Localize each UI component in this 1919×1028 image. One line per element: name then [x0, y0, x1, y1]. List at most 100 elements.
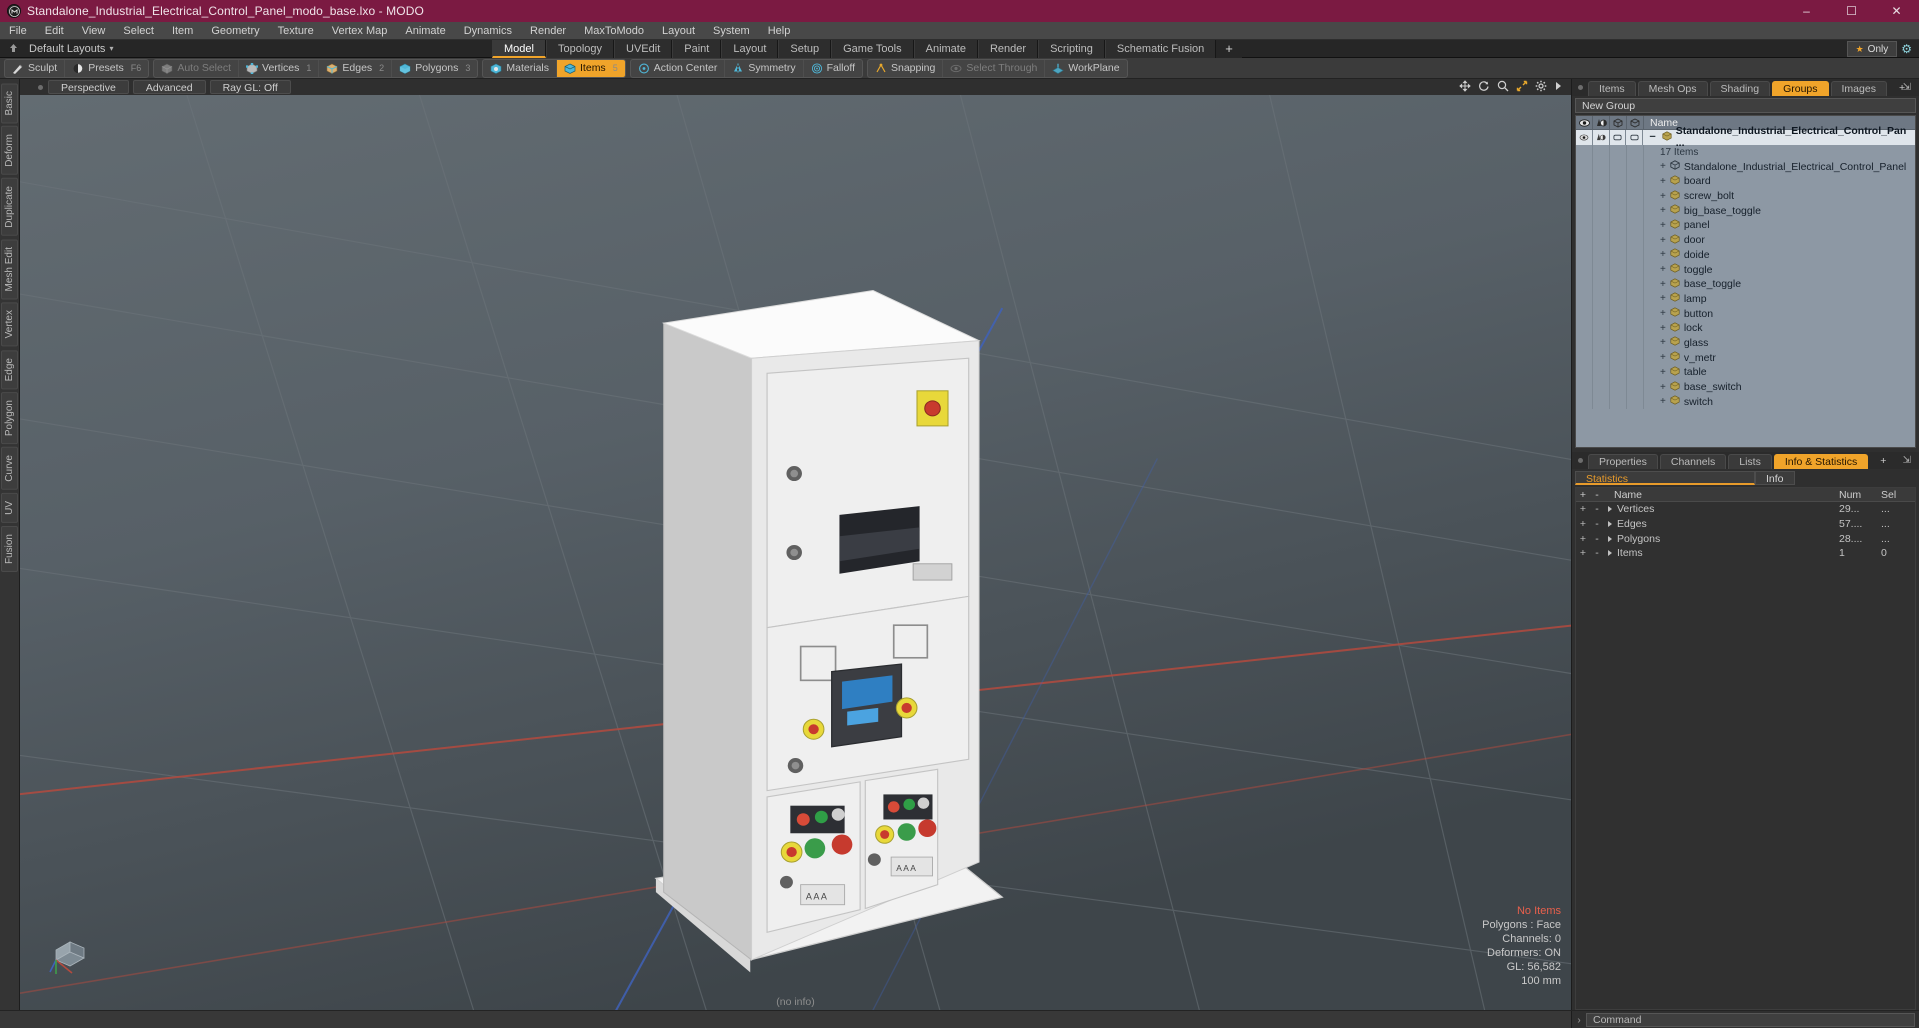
item-tree-toggle-cell[interactable] — [1610, 218, 1627, 233]
item-tree-toggle-cell[interactable] — [1627, 276, 1644, 292]
expand-icon[interactable]: + — [1660, 191, 1666, 202]
item-tree-toggle-cell[interactable] — [1627, 159, 1644, 175]
properties-tab-properties[interactable]: Properties — [1588, 454, 1658, 469]
menu-item-file[interactable]: File — [0, 22, 36, 40]
item-tree-toggle-cell[interactable] — [1593, 291, 1610, 307]
item-tree-count-row[interactable]: 17 Items — [1576, 144, 1915, 160]
chevron-down-icon[interactable]: ▾ — [109, 44, 113, 53]
item-tree-toggle-cell[interactable] — [1576, 379, 1593, 395]
item-tree-toggle-cell[interactable] — [1593, 144, 1610, 160]
properties-tab-channels[interactable]: Channels — [1659, 454, 1727, 469]
item-tree-toggle-cell[interactable] — [1576, 188, 1593, 204]
item-tree-toggle-cell[interactable] — [1576, 159, 1593, 175]
layout-tab-setup[interactable]: Setup — [778, 40, 832, 58]
expand-icon[interactable]: + — [1660, 367, 1666, 378]
toolbar-button-presets[interactable]: Presets F6 — [65, 60, 148, 77]
item-tree-toggle-cell[interactable] — [1576, 276, 1593, 292]
item-tree-row[interactable]: + doide — [1576, 247, 1915, 263]
item-tree-toggle-cell[interactable] — [1627, 306, 1644, 321]
tool-tab-deform[interactable]: Deform — [1, 126, 18, 176]
item-tree-toggle-cell[interactable] — [1576, 394, 1593, 410]
menu-item-help[interactable]: Help — [759, 22, 800, 40]
tool-tab-edge[interactable]: Edge — [1, 349, 18, 390]
layout-tab-animate[interactable]: Animate — [913, 40, 978, 58]
layout-preset-label[interactable]: Default Layouts — [29, 43, 105, 55]
expand-icon[interactable]: + — [1660, 352, 1666, 363]
item-tree-row[interactable]: + button — [1576, 306, 1915, 321]
item-tree-toggle-cell[interactable] — [1576, 320, 1593, 336]
item-tree-toggle-cell[interactable] — [1610, 144, 1627, 160]
expand-icon[interactable]: + — [1660, 337, 1666, 348]
item-tree-toggle-cell[interactable] — [1627, 188, 1644, 204]
rotate-icon[interactable] — [1478, 80, 1490, 95]
item-tree-toggle-cell[interactable] — [1593, 203, 1610, 219]
tool-tab-polygon[interactable]: Polygon — [1, 392, 18, 445]
eye-icon[interactable] — [1576, 116, 1593, 130]
shaded-icon[interactable] — [1627, 116, 1644, 130]
expand-icon[interactable]: + — [1660, 161, 1666, 172]
tool-tab-mesh-edit[interactable]: Mesh Edit — [1, 238, 18, 300]
item-tree-row[interactable]: + switch — [1576, 394, 1915, 410]
toolbar-button-edges[interactable]: Edges 2 — [319, 59, 393, 77]
expand-icon[interactable]: + — [1660, 264, 1666, 275]
item-tree-row[interactable]: + toggle — [1576, 262, 1915, 277]
tool-tab-uv[interactable]: UV — [1, 492, 18, 523]
menu-item-geometry[interactable]: Geometry — [202, 22, 268, 40]
item-tree-row[interactable]: + glass — [1576, 335, 1915, 351]
statistics-row[interactable]: + - Polygons 28....... — [1576, 531, 1915, 546]
toolbar-button-action-center[interactable]: Action Center — [631, 59, 726, 77]
expand-arrow-icon[interactable] — [1608, 535, 1612, 542]
viewport-raygl-chip[interactable]: Ray GL: Off — [209, 80, 291, 94]
item-tree-toggle-cell[interactable] — [1576, 174, 1593, 189]
item-tree-toggle-cell[interactable] — [1610, 276, 1627, 292]
item-tree-toggle-cell[interactable] — [1593, 365, 1610, 380]
expand-icon[interactable]: + — [1660, 235, 1666, 246]
item-tree-toggle-cell[interactable] — [1627, 291, 1644, 307]
arrow-icon[interactable] — [1554, 80, 1563, 95]
zoom-icon[interactable] — [1497, 80, 1509, 95]
menu-item-vertex-map[interactable]: Vertex Map — [323, 22, 397, 40]
item-tree-toggle-cell[interactable] — [1576, 365, 1593, 380]
maximize-button[interactable]: ☐ — [1829, 0, 1874, 22]
add-layout-tab-button[interactable]: + — [1216, 40, 1242, 58]
item-tree-toggle-cell[interactable] — [1610, 174, 1627, 189]
item-tree-row[interactable]: − Standalone_Industrial_Electrical_Contro… — [1576, 125, 1915, 149]
tool-tab-fusion[interactable]: Fusion — [1, 525, 18, 572]
panel-tab-items[interactable]: Items — [1588, 81, 1636, 96]
toolbar-button-auto-select[interactable]: Auto Select — [154, 59, 240, 77]
panel-menu-dot[interactable] — [1578, 85, 1583, 90]
item-tree-toggle-cell[interactable] — [1610, 394, 1627, 410]
item-tree-row[interactable]: + Standalone_Industrial_Electrical_Contro… — [1576, 159, 1915, 175]
add-properties-tab-button[interactable]: + — [1870, 454, 1896, 469]
new-group-button[interactable]: New Group — [1575, 98, 1916, 113]
stat-add-button[interactable]: + — [1576, 518, 1590, 530]
properties-tab-info-statistics[interactable]: Info & Statistics — [1773, 454, 1869, 469]
item-tree-toggle-cell[interactable] — [1627, 394, 1644, 410]
item-tree-toggle-cell[interactable] — [1593, 276, 1610, 292]
gear-icon[interactable]: ⚙ — [1901, 42, 1912, 56]
menu-item-layout[interactable]: Layout — [653, 22, 704, 40]
item-tree-toggle-cell[interactable] — [1610, 291, 1627, 307]
properties-tab-lists[interactable]: Lists — [1728, 454, 1772, 469]
layout-tab-uvedit[interactable]: UVEdit — [614, 40, 673, 58]
toolbar-button-sculpt[interactable]: Sculpt — [5, 59, 66, 77]
panel-expand-icon[interactable]: ⇲ — [1903, 82, 1913, 93]
statistics-row[interactable]: + - Edges 57....... — [1576, 517, 1915, 532]
item-tree-toggle-cell[interactable] — [1627, 335, 1644, 351]
layout-tab-render[interactable]: Render — [977, 40, 1039, 58]
item-tree-toggle-cell[interactable] — [1593, 159, 1610, 175]
item-tree-toggle-cell[interactable] — [1593, 262, 1610, 277]
menu-item-view[interactable]: View — [73, 22, 115, 40]
layout-tab-topology[interactable]: Topology — [545, 40, 615, 58]
item-tree-row[interactable]: + v_metr — [1576, 350, 1915, 365]
item-tree-toggle-cell[interactable] — [1627, 379, 1644, 395]
item-tree-toggle-cell[interactable] — [1627, 365, 1644, 380]
item-tree-toggle-cell[interactable] — [1627, 232, 1644, 248]
item-tree-toggle-cell[interactable] — [1593, 379, 1610, 395]
menu-item-dynamics[interactable]: Dynamics — [455, 22, 521, 40]
item-tree-toggle-cell[interactable] — [1593, 130, 1610, 145]
expand-icon[interactable]: + — [1660, 308, 1666, 319]
item-tree-row[interactable]: + base_toggle — [1576, 276, 1915, 292]
item-tree-row[interactable]: + panel — [1576, 218, 1915, 233]
stat-remove-button[interactable]: - — [1590, 503, 1604, 515]
